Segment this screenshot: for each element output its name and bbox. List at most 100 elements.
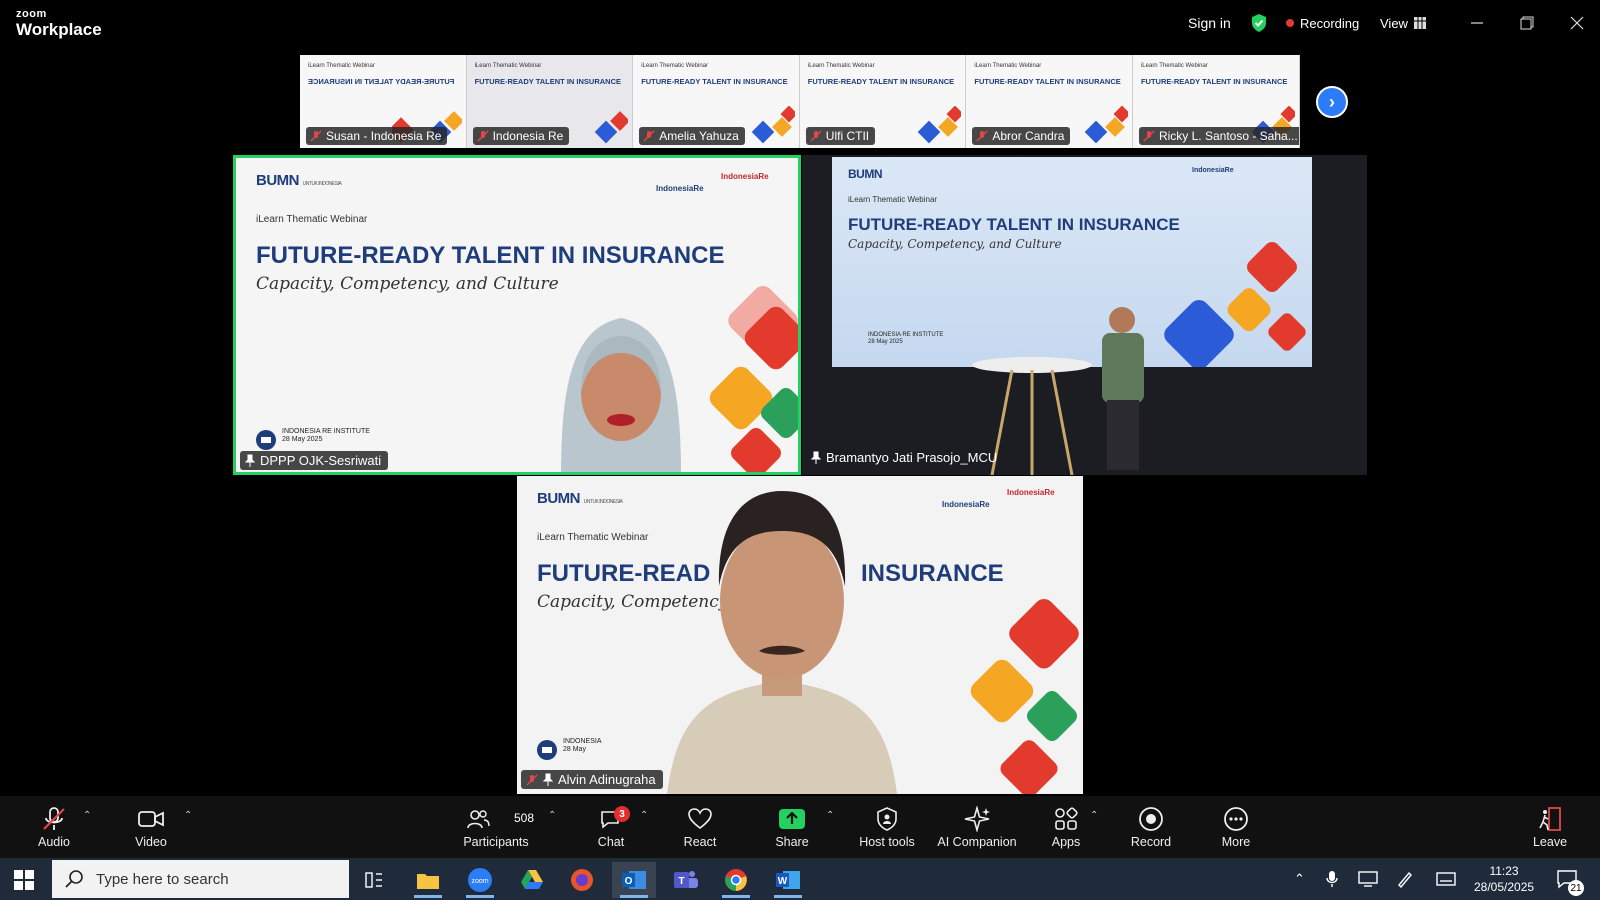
video-button[interactable]: Video: [131, 796, 171, 858]
mic-muted-icon: [810, 130, 822, 142]
share-button[interactable]: Share: [774, 796, 810, 858]
thumb-slide-label: iLearn Thematic Webinar: [807, 63, 875, 69]
windows-start-icon[interactable]: [14, 870, 34, 890]
host-tools-label: Host tools: [859, 835, 915, 849]
slide-date: 28 May 2025: [868, 339, 903, 346]
pen-tray-icon[interactable]: [1396, 858, 1414, 900]
mic-muted-icon: [310, 130, 322, 142]
apps-options-chevron-up-icon[interactable]: ⌃: [1090, 810, 1098, 821]
sign-in-link[interactable]: Sign in: [1188, 0, 1231, 46]
participants-options-chevron-up-icon[interactable]: ⌃: [548, 810, 556, 821]
close-icon[interactable]: [1570, 0, 1584, 46]
word-icon[interactable]: W: [766, 862, 810, 898]
taskbar-search[interactable]: Type here to search: [52, 860, 349, 898]
display-tray-icon[interactable]: [1358, 858, 1378, 900]
indonesia-re-logo: IndonesiaRe: [1192, 167, 1234, 174]
video-label: Video: [135, 835, 167, 849]
taskbar-clock[interactable]: 11:23 28/05/2025: [1474, 863, 1534, 895]
audio-label: Audio: [38, 835, 70, 849]
mic-muted-icon: [477, 130, 489, 142]
video-tile-studio[interactable]: BUMN IndonesiaRe iLearn Thematic Webinar…: [802, 155, 1367, 475]
participant-thumbnail[interactable]: iLearn Thematic Webinar FUTURE-READY TAL…: [466, 55, 634, 148]
thumb-slide-label: iLearn Thematic Webinar: [1140, 63, 1208, 69]
show-hidden-icons-chevron-up-icon[interactable]: ⌃: [1294, 858, 1305, 900]
outlook-icon[interactable]: O: [612, 862, 656, 898]
participants-icon: [467, 810, 490, 829]
microphone-tray-icon[interactable]: [1326, 858, 1338, 900]
participant-thumbnail-strip: iLearn Thematic Webinar FUTURE-READY TAL…: [300, 55, 1300, 148]
institute-info: INDONESIA RE INSTITUTE 28 May 2025: [848, 332, 943, 346]
more-button[interactable]: More: [1218, 796, 1254, 858]
participant-thumbnail[interactable]: iLearn Thematic Webinar FUTURE-READY TAL…: [633, 55, 800, 148]
video-tile-presenter[interactable]: BUMN UNTUK INDONESIA IndonesiaRe Indones…: [517, 476, 1083, 794]
chrome-icon[interactable]: [714, 862, 758, 898]
apps-label: Apps: [1051, 835, 1081, 849]
participant-thumbnail[interactable]: iLearn Thematic Webinar FUTURE-READY TAL…: [1132, 55, 1300, 148]
recording-label: Recording: [1300, 15, 1360, 31]
thumb-slide-title: FUTURE-READY TALENT IN INSURANCE: [641, 77, 788, 86]
thumb-slide-title: FUTURE-READY TALENT IN INSURANCE: [308, 77, 455, 86]
thumb-name-tag: Indonesia Re: [472, 127, 570, 145]
google-drive-icon[interactable]: [510, 862, 554, 898]
next-page-button[interactable]: ›: [1316, 86, 1348, 118]
host-tools-button[interactable]: Host tools: [856, 796, 918, 858]
zoom-app-icon[interactable]: zoom: [458, 862, 502, 898]
minimize-icon[interactable]: [1470, 0, 1484, 46]
restore-icon[interactable]: [1520, 0, 1534, 46]
brand-bottom: Workplace: [16, 20, 102, 39]
participant-name: DPPP OJK-Sesriwati: [260, 453, 382, 468]
file-explorer-icon[interactable]: [406, 862, 450, 898]
keyboard-tray-icon[interactable]: [1436, 858, 1456, 900]
encryption-shield-icon[interactable]: [1250, 0, 1268, 46]
leave-button[interactable]: Leave: [1532, 796, 1568, 858]
record-button[interactable]: Record: [1129, 796, 1173, 858]
teams-icon[interactable]: T: [664, 862, 708, 898]
participant-name: Ricky L. Santoso - Saha...: [1158, 129, 1298, 143]
view-button[interactable]: View: [1380, 0, 1426, 46]
chevron-right-icon: ›: [1329, 91, 1335, 112]
participants-label: Participants: [463, 835, 529, 849]
chat-unread-badge: 3: [614, 806, 630, 822]
participant-name-tag: DPPP OJK-Sesriwati: [240, 451, 389, 470]
institute-name: INDONESIA RE INSTITUTE: [868, 332, 944, 338]
participant-video-icon: [667, 491, 897, 794]
clock-date: 28/05/2025: [1474, 880, 1535, 894]
org-small: UNTUK INDONESIA: [583, 499, 623, 505]
slide-shapes-icon: [970, 598, 1079, 794]
video-tile-active-speaker[interactable]: BUMN UNTUK INDONESIA IndonesiaRe Indones…: [233, 155, 801, 475]
react-label: React: [683, 835, 717, 849]
search-icon: [65, 870, 83, 888]
thumb-name-tag: Ricky L. Santoso - Saha...: [1138, 127, 1299, 145]
participant-thumbnail[interactable]: iLearn Thematic Webinar FUTURE-READY TAL…: [799, 55, 967, 148]
task-view-icon[interactable]: [352, 862, 396, 898]
notifications-icon[interactable]: 21: [1556, 858, 1584, 900]
slide-label: iLearn Thematic Webinar: [848, 195, 938, 204]
org-name: BUMN: [537, 490, 581, 507]
audio-button[interactable]: Audio: [34, 796, 74, 858]
participants-button[interactable]: Participants: [462, 796, 530, 858]
leave-label: Leave: [1532, 835, 1568, 849]
video-options-chevron-up-icon[interactable]: ⌃: [184, 810, 192, 821]
bumn-logo: BUMN UNTUK INDONESIA: [256, 172, 342, 189]
firefox-icon[interactable]: [560, 862, 604, 898]
participant-thumbnail[interactable]: iLearn Thematic Webinar FUTURE-READY TAL…: [300, 55, 467, 148]
apps-button[interactable]: Apps: [1048, 796, 1084, 858]
share-options-chevron-up-icon[interactable]: ⌃: [826, 810, 834, 821]
chat-options-chevron-up-icon[interactable]: ⌃: [640, 810, 648, 821]
thumb-slide-title: FUTURE-READY TALENT IN INSURANCE: [474, 77, 621, 86]
participant-name: Alvin Adinugraha: [558, 772, 656, 787]
org-name: BUMN: [848, 167, 883, 181]
recording-indicator[interactable]: Recording: [1286, 0, 1359, 46]
svg-text:T: T: [678, 876, 684, 887]
ai-companion-button[interactable]: AI Companion: [934, 796, 1020, 858]
participant-name: Susan - Indonesia Re: [326, 129, 442, 143]
audio-options-chevron-up-icon[interactable]: ⌃: [83, 810, 91, 821]
participant-thumbnail[interactable]: iLearn Thematic Webinar FUTURE-READY TAL…: [966, 55, 1133, 148]
mic-muted-icon: [1143, 130, 1155, 142]
leave-door-icon: [1539, 807, 1561, 831]
grid-view-icon: [1413, 17, 1426, 29]
react-button[interactable]: React: [682, 796, 718, 858]
org-name: BUMN: [256, 172, 300, 189]
view-label: View: [1380, 15, 1408, 31]
heart-icon: [688, 808, 712, 830]
